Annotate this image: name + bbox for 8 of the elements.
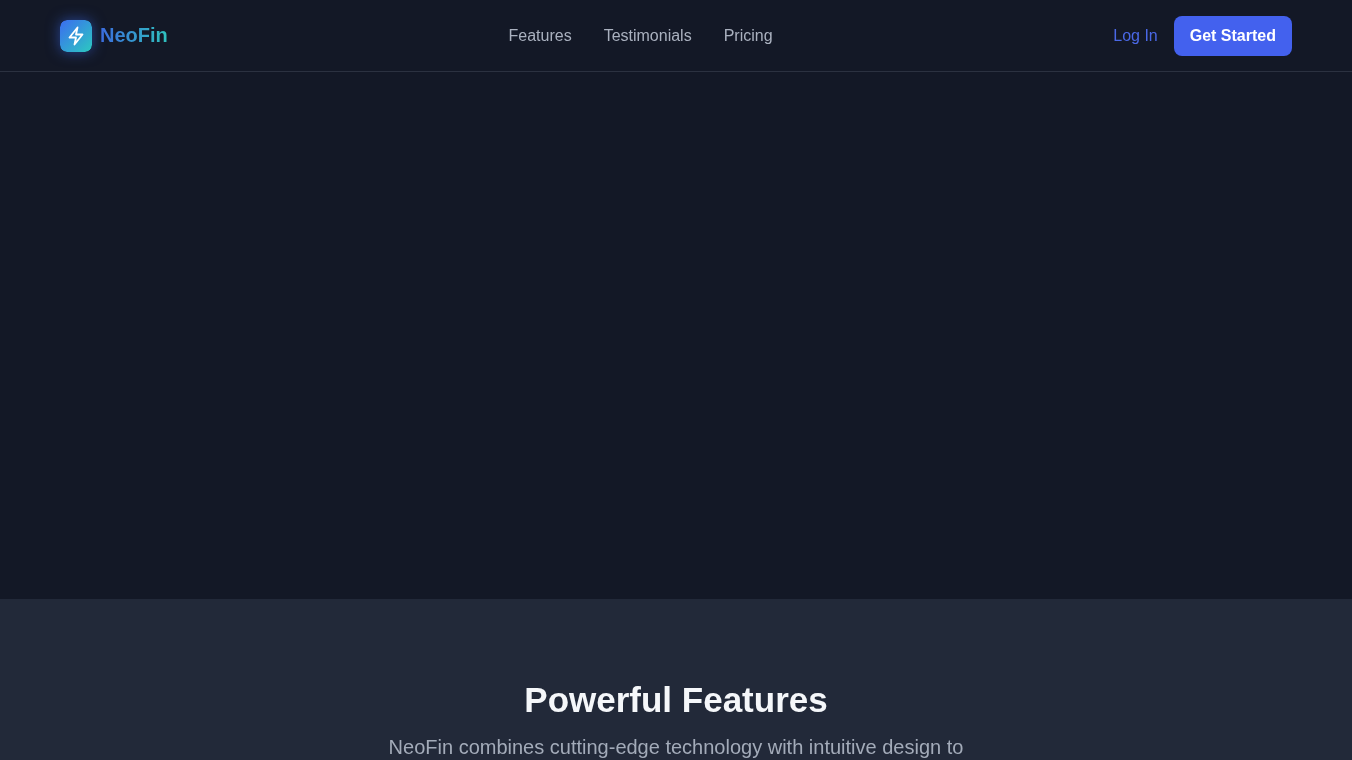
section-title: Powerful Features: [523, 680, 829, 720]
get-started-button[interactable]: Get Started: [1173, 15, 1292, 56]
nav-link[interactable]: Testimonials: [603, 26, 692, 45]
login-link[interactable]: Log In: [1113, 26, 1158, 45]
section-subtitle: NeoFin combines cutting-edge technology with intuitive design to: [387, 736, 965, 759]
nav-link[interactable]: Pricing: [723, 26, 773, 45]
nav-link[interactable]: Features: [508, 26, 572, 45]
lightning-bolt-icon: [60, 19, 92, 52]
